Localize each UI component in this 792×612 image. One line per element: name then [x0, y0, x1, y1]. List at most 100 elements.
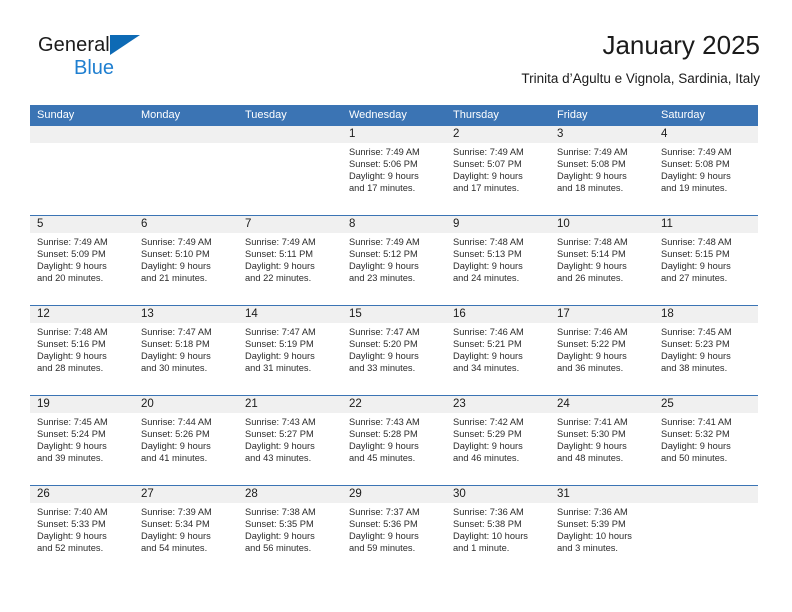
calendar-day-cell[interactable]: 5 Sunrise: 7:49 AM Sunset: 5:09 PM Daylight… [30, 216, 134, 305]
calendar-day-cell-empty [654, 486, 758, 575]
calendar-day-cell-empty [238, 126, 342, 215]
calendar-day-cell[interactable]: 26 Sunrise: 7:40 AM Sunset: 5:33 PM Dayligh… [30, 486, 134, 575]
calendar-day-cell[interactable]: 28 Sunrise: 7:38 AM Sunset: 5:35 PM Dayligh… [238, 486, 342, 575]
day-number: 18 [654, 306, 758, 323]
calendar-day-cell[interactable]: 10 Sunrise: 7:48 AM Sunset: 5:14 PM Dayligh… [550, 216, 654, 305]
calendar-day-cell[interactable]: 17 Sunrise: 7:46 AM Sunset: 5:22 PM Dayligh… [550, 306, 654, 395]
sunset-text: Sunset: 5:14 PM [557, 248, 626, 259]
sunrise-text: Sunrise: 7:44 AM [141, 417, 212, 427]
day-number: 10 [550, 216, 654, 233]
calendar-week-row: 5 Sunrise: 7:49 AM Sunset: 5:09 PM Daylight… [30, 215, 758, 305]
daylight-text-line1: Daylight: 9 hours [349, 440, 419, 451]
sunset-text: Sunset: 5:18 PM [141, 338, 210, 349]
calendar-page: General Blue January 2025 Trinita d’Agul… [0, 0, 792, 612]
calendar-day-cell[interactable]: 23 Sunrise: 7:42 AM Sunset: 5:29 PM Dayligh… [446, 396, 550, 485]
logo-text-blue: Blue [74, 57, 115, 79]
day-sun-info: Sunrise: 7:49 AM Sunset: 5:08 PM Daylight:… [654, 143, 758, 195]
daylight-text-line2: and 22 minutes. [245, 272, 312, 283]
daylight-text-line2: and 17 minutes. [349, 182, 416, 193]
sunset-text: Sunset: 5:35 PM [245, 518, 314, 529]
calendar-weeks: 1 Sunrise: 7:49 AM Sunset: 5:06 PM Daylight… [30, 126, 758, 575]
day-sun-info: Sunrise: 7:47 AM Sunset: 5:19 PM Daylight:… [238, 323, 342, 375]
calendar-day-cell[interactable]: 25 Sunrise: 7:41 AM Sunset: 5:32 PM Dayligh… [654, 396, 758, 485]
weekday-header-row: Sunday Monday Tuesday Wednesday Thursday Frid… [30, 105, 758, 126]
calendar-day-cell[interactable]: 29 Sunrise: 7:37 AM Sunset: 5:36 PM Dayligh… [342, 486, 446, 575]
calendar-day-cell[interactable]: 21 Sunrise: 7:43 AM Sunset: 5:27 PM Dayligh… [238, 396, 342, 485]
daylight-text-line2: and 36 minutes. [557, 362, 624, 373]
calendar-day-cell[interactable]: 19 Sunrise: 7:45 AM Sunset: 5:24 PM Dayligh… [30, 396, 134, 485]
day-number: 11 [654, 216, 758, 233]
day-number [238, 126, 342, 143]
daylight-text-line2: and 48 minutes. [557, 452, 624, 463]
sunrise-text: Sunrise: 7:48 AM [557, 237, 628, 247]
sunset-text: Sunset: 5:28 PM [349, 428, 418, 439]
calendar-day-cell[interactable]: 14 Sunrise: 7:47 AM Sunset: 5:19 PM Dayligh… [238, 306, 342, 395]
sunrise-text: Sunrise: 7:40 AM [37, 507, 108, 517]
daylight-text-line1: Daylight: 9 hours [557, 260, 627, 271]
daylight-text-line2: and 1 minute. [453, 542, 510, 553]
daylight-text-line1: Daylight: 9 hours [453, 260, 523, 271]
day-number: 30 [446, 486, 550, 503]
calendar-day-cell[interactable]: 27 Sunrise: 7:39 AM Sunset: 5:34 PM Dayligh… [134, 486, 238, 575]
sunrise-text: Sunrise: 7:42 AM [453, 417, 524, 427]
sunset-text: Sunset: 5:19 PM [245, 338, 314, 349]
calendar-day-cell[interactable]: 7 Sunrise: 7:49 AM Sunset: 5:11 PM Daylight… [238, 216, 342, 305]
daylight-text-line2: and 54 minutes. [141, 542, 208, 553]
sunset-text: Sunset: 5:26 PM [141, 428, 210, 439]
daylight-text-line1: Daylight: 9 hours [37, 350, 107, 361]
daylight-text-line2: and 27 minutes. [661, 272, 728, 283]
calendar-day-cell[interactable]: 16 Sunrise: 7:46 AM Sunset: 5:21 PM Dayligh… [446, 306, 550, 395]
calendar-day-cell[interactable]: 30 Sunrise: 7:36 AM Sunset: 5:38 PM Dayligh… [446, 486, 550, 575]
calendar-day-cell[interactable]: 9 Sunrise: 7:48 AM Sunset: 5:13 PM Daylight… [446, 216, 550, 305]
daylight-text-line2: and 52 minutes. [37, 542, 104, 553]
calendar-day-cell[interactable]: 8 Sunrise: 7:49 AM Sunset: 5:12 PM Daylight… [342, 216, 446, 305]
calendar-day-cell[interactable]: 13 Sunrise: 7:47 AM Sunset: 5:18 PM Dayligh… [134, 306, 238, 395]
sunset-text: Sunset: 5:13 PM [453, 248, 522, 259]
weekday-header-monday: Monday [141, 109, 181, 121]
daylight-text-line2: and 41 minutes. [141, 452, 208, 463]
sunset-text: Sunset: 5:15 PM [661, 248, 730, 259]
daylight-text-line1: Daylight: 9 hours [141, 260, 211, 271]
sunset-text: Sunset: 5:33 PM [37, 518, 106, 529]
sunrise-text: Sunrise: 7:49 AM [37, 237, 108, 247]
calendar-day-cell[interactable]: 12 Sunrise: 7:48 AM Sunset: 5:16 PM Dayligh… [30, 306, 134, 395]
calendar-day-cell[interactable]: 24 Sunrise: 7:41 AM Sunset: 5:30 PM Dayligh… [550, 396, 654, 485]
daylight-text-line1: Daylight: 9 hours [141, 440, 211, 451]
daylight-text-line2: and 46 minutes. [453, 452, 520, 463]
calendar-day-cell-empty [134, 126, 238, 215]
sunset-text: Sunset: 5:16 PM [37, 338, 106, 349]
title-block: January 2025 Trinita d’Agultu e Vignola,… [521, 28, 760, 89]
day-number: 12 [30, 306, 134, 323]
day-number: 3 [550, 126, 654, 143]
sunrise-text: Sunrise: 7:47 AM [349, 327, 420, 337]
daylight-text-line2: and 20 minutes. [37, 272, 104, 283]
calendar-day-cell[interactable]: 20 Sunrise: 7:44 AM Sunset: 5:26 PM Dayligh… [134, 396, 238, 485]
calendar-day-cell[interactable]: 1 Sunrise: 7:49 AM Sunset: 5:06 PM Daylight… [342, 126, 446, 215]
calendar-day-cell[interactable]: 2 Sunrise: 7:49 AM Sunset: 5:07 PM Daylight… [446, 126, 550, 215]
calendar-day-cell[interactable]: 4 Sunrise: 7:49 AM Sunset: 5:08 PM Daylight… [654, 126, 758, 215]
sunrise-text: Sunrise: 7:38 AM [245, 507, 316, 517]
calendar-day-cell[interactable]: 18 Sunrise: 7:45 AM Sunset: 5:23 PM Dayligh… [654, 306, 758, 395]
day-number: 21 [238, 396, 342, 413]
daylight-text-line1: Daylight: 9 hours [349, 170, 419, 181]
page-title: January 2025 [602, 30, 760, 60]
daylight-text-line1: Daylight: 9 hours [141, 530, 211, 541]
day-sun-info: Sunrise: 7:37 AM Sunset: 5:36 PM Daylight:… [342, 503, 446, 555]
day-number: 19 [30, 396, 134, 413]
sunset-text: Sunset: 5:32 PM [661, 428, 730, 439]
calendar-day-cell[interactable]: 31 Sunrise: 7:36 AM Sunset: 5:39 PM Dayligh… [550, 486, 654, 575]
general-blue-logo[interactable]: General Blue [38, 33, 168, 85]
day-sun-info: Sunrise: 7:44 AM Sunset: 5:26 PM Daylight:… [134, 413, 238, 465]
sunrise-text: Sunrise: 7:49 AM [349, 147, 420, 157]
calendar-day-cell[interactable]: 6 Sunrise: 7:49 AM Sunset: 5:10 PM Daylight… [134, 216, 238, 305]
calendar-day-cell[interactable]: 22 Sunrise: 7:43 AM Sunset: 5:28 PM Dayligh… [342, 396, 446, 485]
day-sun-info: Sunrise: 7:43 AM Sunset: 5:27 PM Daylight:… [238, 413, 342, 465]
day-sun-info: Sunrise: 7:42 AM Sunset: 5:29 PM Daylight:… [446, 413, 550, 465]
calendar-day-cell[interactable]: 3 Sunrise: 7:49 AM Sunset: 5:08 PM Daylight… [550, 126, 654, 215]
calendar-day-cell[interactable]: 15 Sunrise: 7:47 AM Sunset: 5:20 PM Dayligh… [342, 306, 446, 395]
day-number: 4 [654, 126, 758, 143]
daylight-text-line2: and 31 minutes. [245, 362, 312, 373]
calendar-day-cell[interactable]: 11 Sunrise: 7:48 AM Sunset: 5:15 PM Dayligh… [654, 216, 758, 305]
weekday-header-thursday: Thursday [453, 109, 499, 121]
daylight-text-line1: Daylight: 9 hours [37, 530, 107, 541]
